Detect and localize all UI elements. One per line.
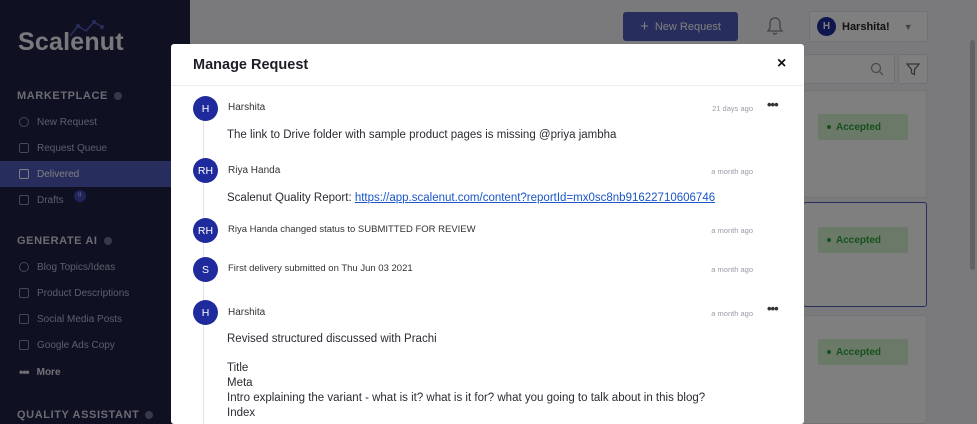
more-options-icon[interactable]: •••	[767, 302, 779, 315]
avatar: RH	[193, 218, 218, 243]
comment-time: a month ago	[711, 226, 753, 235]
comment-time: a month ago	[711, 167, 753, 176]
close-icon[interactable]: ×	[777, 56, 786, 72]
status-change-text: Riya Handa changed status to SUBMITTED F…	[228, 224, 476, 235]
avatar: H	[193, 300, 218, 325]
more-options-icon[interactable]: •••	[767, 98, 779, 111]
comment-time: a month ago	[711, 309, 753, 318]
comment-text: Intro explaining the variant - what is i…	[227, 392, 706, 404]
comment-text: Index	[227, 407, 256, 419]
comment-text: Meta	[227, 377, 253, 389]
avatar: RH	[193, 158, 218, 183]
comment-author: Harshita	[228, 307, 266, 318]
modal-header: Manage Request ×	[171, 44, 804, 86]
comment-author: Riya Handa	[228, 165, 281, 176]
comment-time: 21 days ago	[712, 104, 753, 113]
comment-text: Scalenut Quality Report: https://app.sca…	[227, 192, 716, 204]
delivery-text: First delivery submitted on Thu Jun 03 2…	[228, 263, 413, 274]
comment-author: Harshita	[228, 102, 266, 113]
avatar: H	[193, 96, 218, 121]
comment-text: Title	[227, 362, 249, 374]
comment-text: Revised structured discussed with Prachi	[227, 333, 437, 345]
comment-text: The link to Drive folder with sample pro…	[227, 129, 617, 141]
manage-request-modal: Manage Request × H Harshita 21 days ago …	[171, 44, 804, 424]
report-link[interactable]: https://app.scalenut.com/content?reportI…	[355, 192, 715, 204]
comment-time: a month ago	[711, 265, 753, 274]
modal-title: Manage Request	[193, 57, 309, 73]
avatar: S	[193, 257, 218, 282]
